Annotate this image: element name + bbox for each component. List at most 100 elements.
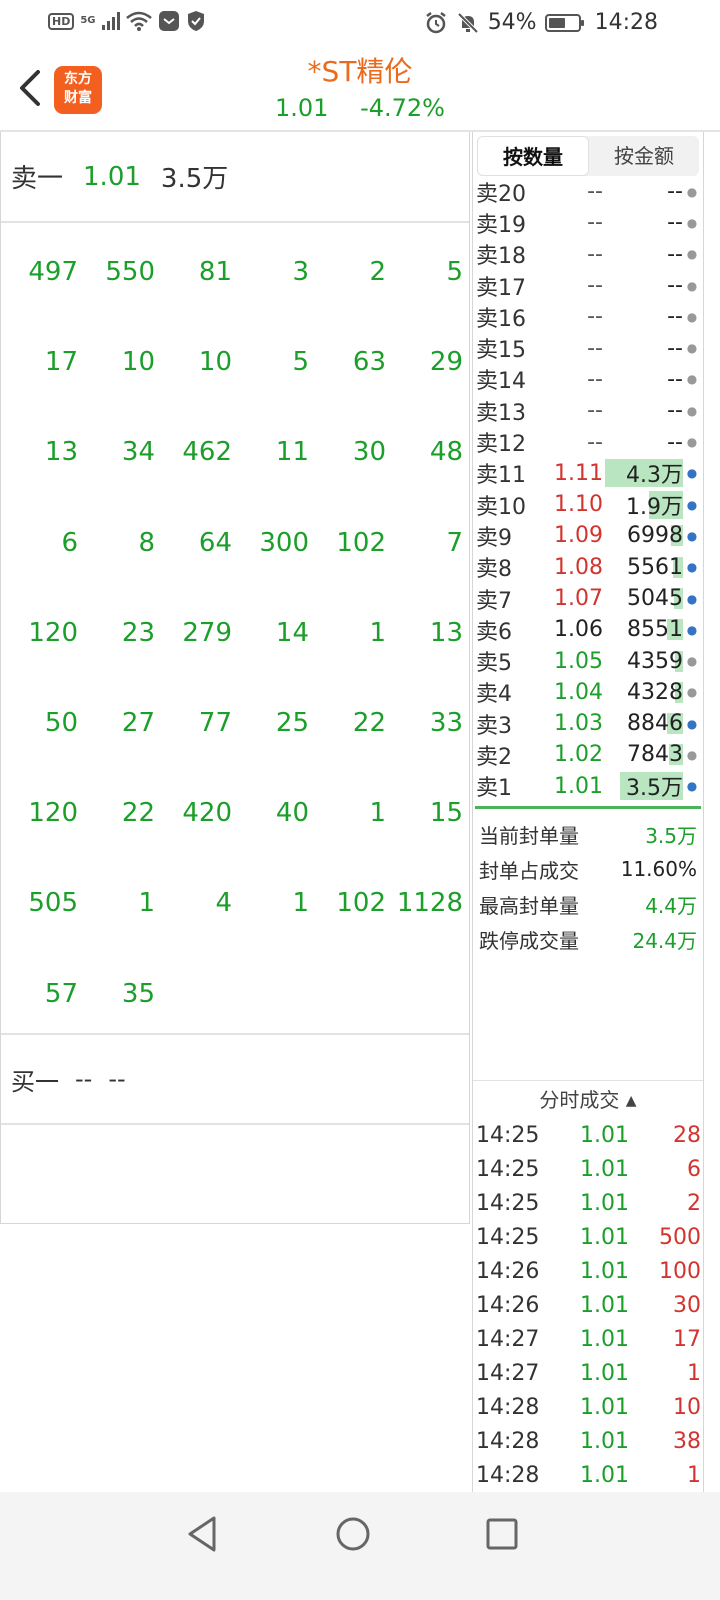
ask-price: -- (587, 273, 603, 299)
tick-time: 14:28 (476, 1462, 540, 1488)
tick-time: 14:25 (476, 1224, 540, 1250)
shield-icon (187, 11, 204, 31)
ask-price: -- (587, 429, 603, 455)
tab-by-quantity[interactable]: 按数量 (477, 136, 589, 176)
clock: 14:28 (594, 10, 658, 35)
blue-dot-icon: ● (686, 466, 698, 481)
ask-level-label: 卖11 (476, 463, 526, 489)
tick-quantity: 2 (687, 1190, 701, 1216)
orderbook-row: 卖12 -- -- ● (473, 426, 703, 458)
ask-volume: -- (667, 304, 683, 330)
tick-time: 14:26 (476, 1258, 540, 1284)
orderbook-row: 卖13 -- -- ● (473, 395, 703, 426)
tick-quantity: 1 (687, 1360, 701, 1386)
ask-level-label: 卖7 (476, 588, 512, 614)
nav-recents-icon[interactable] (480, 1512, 524, 1556)
grey-dot-icon: ● (686, 747, 698, 762)
ask-price: 1.08 (554, 554, 603, 580)
ask-volume: 8551 (627, 617, 683, 643)
tick-time: 14:27 (476, 1360, 540, 1386)
tick-price: 1.01 (580, 1190, 629, 1216)
queue-order-size: 550 (105, 257, 155, 288)
queue-order-size: 64 (198, 527, 232, 558)
ask-volume: -- (667, 398, 683, 424)
grey-dot-icon: ● (686, 654, 698, 669)
orderbook-row: 卖19 -- -- ● (473, 207, 703, 238)
queue-order-size: 35 (121, 978, 155, 1009)
tab-by-amount[interactable]: 按金额 (589, 136, 699, 176)
ask-volume: 8846 (627, 711, 683, 737)
nav-back-icon[interactable] (180, 1512, 224, 1556)
tick-price: 1.01 (580, 1122, 629, 1148)
sell-one-volume: 3.5万 (160, 164, 229, 194)
ask-level-label: 卖10 (476, 494, 526, 520)
ask-price: 1.05 (554, 648, 603, 674)
tick-row: 14:26 1.01 30 (473, 1288, 703, 1322)
tick-time: 14:27 (476, 1326, 540, 1352)
queue-order-size: 462 (182, 437, 232, 468)
queue-order-size: 13 (44, 437, 78, 468)
hd-icon: HD (48, 12, 75, 30)
blue-dot-icon: ● (686, 497, 698, 512)
ask-volume: -- (667, 241, 683, 267)
queue-order-size: 5 (292, 347, 309, 378)
buy-one-summary: 买一 -- -- (1, 1035, 469, 1125)
stock-header: 东方 财富 *ST精伦 1.01 -4.72% (0, 48, 720, 132)
orderbook-row: 卖9 1.09 6998 ● (473, 520, 703, 551)
tick-quantity: 6 (687, 1156, 701, 1182)
tick-row: 14:25 1.01 2 (473, 1186, 703, 1220)
queue-order-size: 77 (198, 708, 232, 739)
tick-row: 14:26 1.01 100 (473, 1254, 703, 1288)
tick-row: 14:28 1.01 38 (473, 1424, 703, 1458)
wifi-icon (125, 11, 152, 31)
ask-price: 1.04 (554, 679, 603, 705)
stat-value: 3.5万 (645, 823, 697, 848)
queue-order-size: 300 (259, 527, 309, 558)
ask-volume: 4328 (627, 679, 683, 705)
queue-row: 17 10 10 5 63 29 (1, 317, 469, 407)
ask-volume: 6998 (627, 523, 683, 549)
ask-price: -- (587, 210, 603, 236)
ask-price: 1.10 (554, 492, 603, 518)
queue-order-size: 29 (429, 347, 463, 378)
ask-level-label: 卖1 (476, 776, 512, 802)
price-line: 1.01 -4.72% (0, 94, 720, 122)
ask-volume-cell: 8551 (603, 617, 683, 642)
grey-dot-icon: ● (686, 403, 698, 418)
queue-order-size: 8 (138, 527, 155, 558)
orderbook-row: 卖16 -- -- ● (473, 301, 703, 332)
tick-time: 14:26 (476, 1292, 540, 1318)
system-nav-bar (0, 1492, 720, 1600)
signal-icon (101, 12, 120, 30)
ask-level-label: 卖14 (476, 369, 526, 395)
network-type: 5G (80, 15, 96, 26)
ask-volume: -- (667, 179, 683, 205)
queue-order-size: 7 (446, 527, 463, 558)
queue-order-size: 420 (182, 798, 232, 829)
ticks-header[interactable]: 分时成交 ▲ (473, 1080, 703, 1118)
nav-home-icon[interactable] (331, 1512, 375, 1556)
queue-order-size: 497 (28, 257, 78, 288)
queue-order-size: 10 (121, 347, 155, 378)
ask-price: -- (587, 179, 603, 205)
buy-one-label: 买一 (11, 1067, 59, 1096)
grey-dot-icon: ● (686, 341, 698, 356)
stat-label: 最高封单量 (479, 893, 579, 918)
orderbook-row: 卖5 1.05 4359 ● (473, 645, 703, 677)
queue-row: 505 1 4 1 102 1128 (1, 858, 469, 948)
tick-price: 1.01 (580, 1258, 629, 1284)
tick-price: 1.01 (580, 1462, 629, 1488)
tick-quantity: 500 (659, 1224, 701, 1250)
queue-order-size: 14 (275, 617, 309, 648)
blue-dot-icon: ● (686, 716, 698, 731)
queue-order-size: 3 (292, 257, 309, 288)
ask-level-label: 卖5 (476, 651, 512, 677)
stat-label: 封单占成交 (479, 858, 579, 883)
grey-dot-icon: ● (686, 435, 698, 450)
blue-dot-icon: ● (686, 779, 698, 794)
status-left-icons: HD 5G (48, 10, 206, 32)
tick-time: 14:28 (476, 1394, 540, 1420)
queue-order-size: 57 (44, 978, 78, 1009)
stat-row: 最高封单量 4.4万 (473, 887, 703, 922)
ask-price: 1.01 (554, 773, 603, 799)
